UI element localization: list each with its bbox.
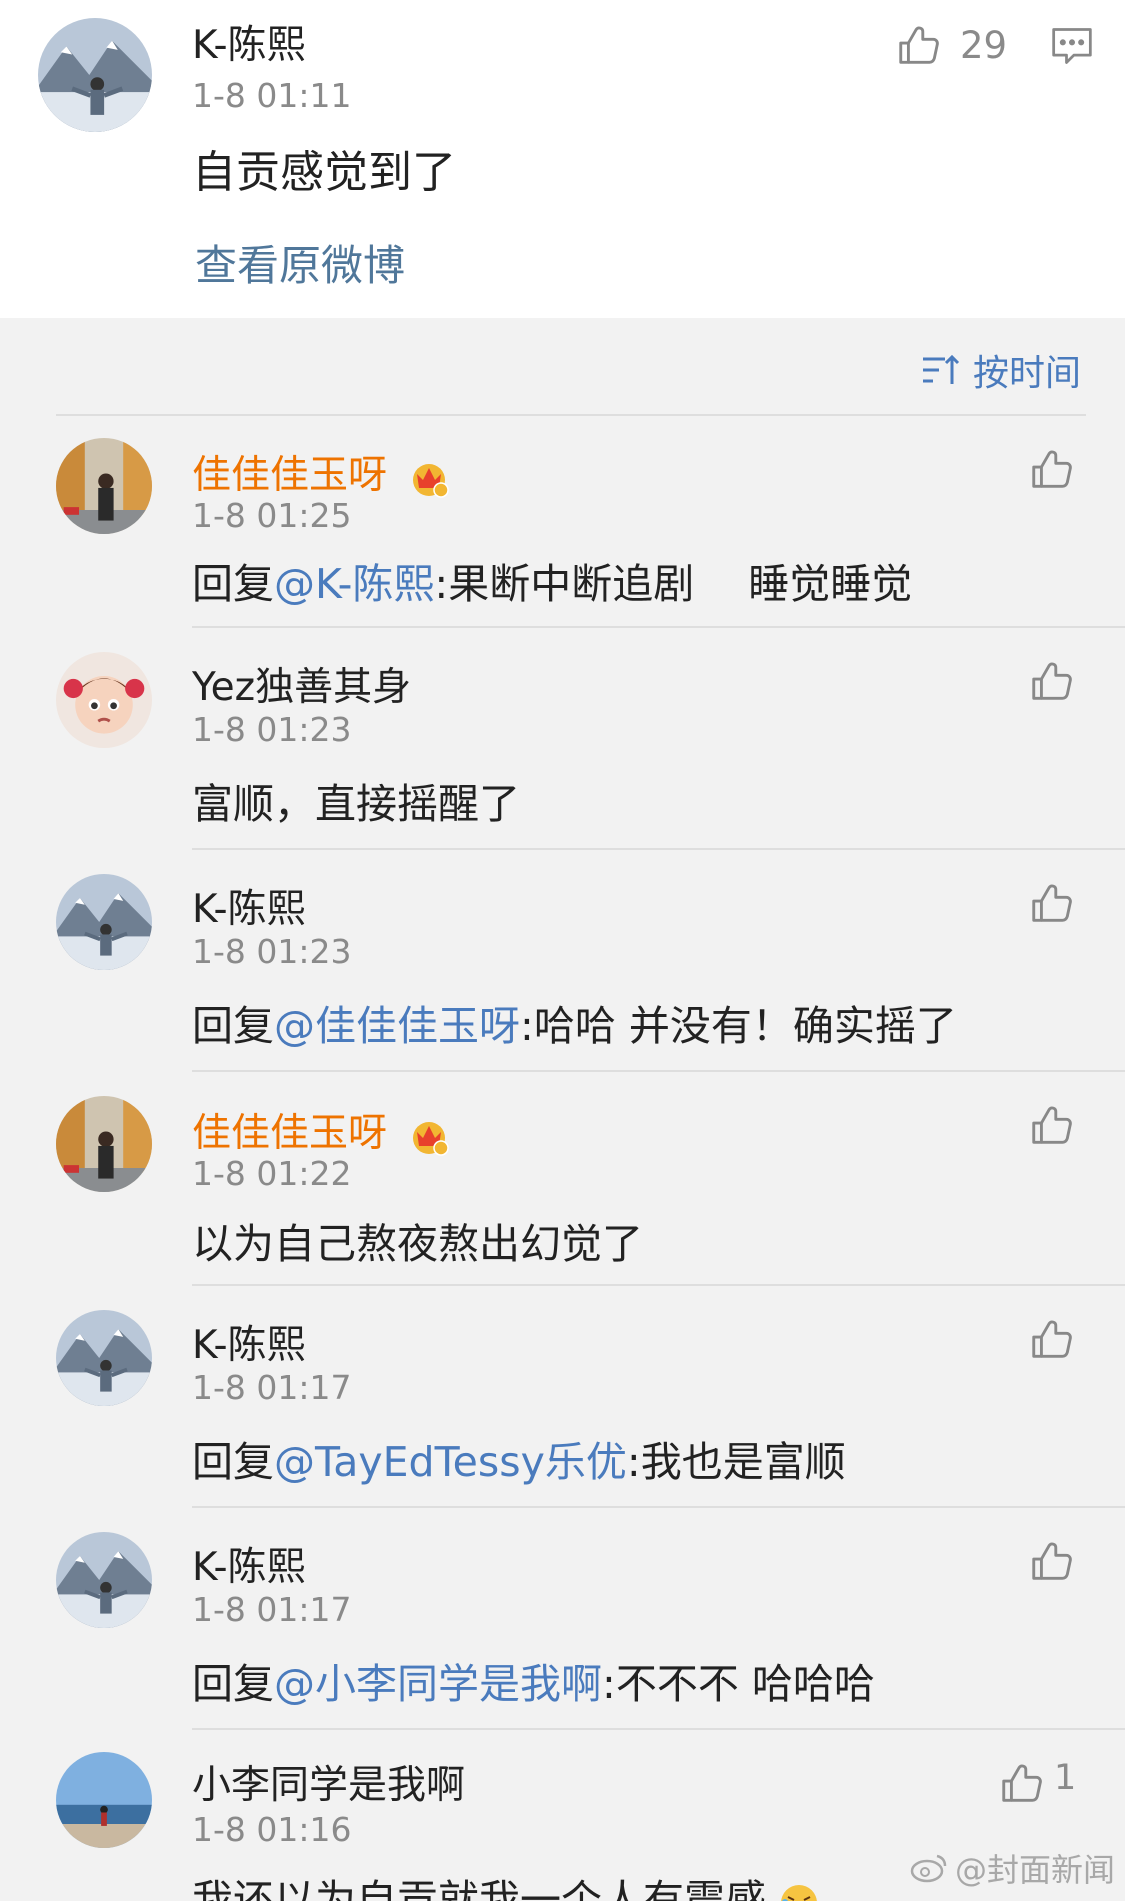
sort-by-time-button[interactable]: 按时间 [921,344,1081,396]
laughing-crying-emoji-icon [781,1885,817,1901]
comment-time: 1-8 01:25 [192,496,352,535]
reply-prefix: 回复 [192,1002,274,1050]
mention-link[interactable]: @K-陈熙 [274,560,434,608]
reply-prefix: 回复 [192,560,274,608]
avatar[interactable] [56,1096,152,1192]
comment-username[interactable]: K-陈熙 [192,1536,306,1592]
comment-text: 回复@K-陈熙:果断中断追剧 睡觉睡觉 [192,550,912,610]
comment-body: 我还以为自贡就我一个人有震感 [192,1876,766,1901]
mention-link[interactable]: @佳佳佳玉呀 [274,1002,520,1050]
post-text: 自贡感觉到了 [192,147,456,198]
watermark: @封面新闻 [909,1845,1115,1891]
comment-username[interactable]: 佳佳佳玉呀 [192,444,450,500]
comment-time: 1-8 01:22 [192,1154,352,1193]
comment-body: :不不不 哈哈哈 [602,1660,875,1708]
comment-text: 我还以为自贡就我一个人有震感 [192,1866,819,1901]
sort-row: 按时间 [0,318,1125,416]
like-count: 1 [1054,1758,1077,1798]
comment-body: 富顺，直接摇醒了 [192,780,520,828]
watermark-text: @封面新闻 [954,1851,1115,1889]
comment-body: :我也是富顺 [626,1438,846,1486]
comment-time: 1-8 01:23 [192,932,352,971]
comment-item: 佳佳佳玉呀 1-8 01:22 以为自己熬夜熬出幻觉了 [0,1072,1125,1284]
comment-username[interactable]: K-陈熙 [192,878,306,934]
like-icon[interactable] [895,22,941,68]
original-post: K-陈熙 1-8 01:11 29 自贡感觉到了 查看原微博 [0,0,1125,318]
like-icon[interactable] [1028,658,1074,704]
weibo-logo-icon [910,1854,947,1883]
avatar[interactable] [56,652,152,748]
comment-username[interactable]: Yez独善其身 [192,656,411,712]
like-icon[interactable] [1028,1316,1074,1362]
comment-item: K-陈熙 1-8 01:23 回复@佳佳佳玉呀:哈哈 并没有！确实摇了 [0,850,1125,1072]
comment-body: :哈哈 并没有！确实摇了 [520,1002,957,1050]
comment-time: 1-8 01:16 [192,1810,352,1849]
comment-body: 以为自己熬夜熬出幻觉了 [192,1220,643,1268]
comment-username[interactable]: K-陈熙 [192,1314,306,1370]
like-count: 29 [960,24,1008,67]
avatar[interactable] [56,1532,152,1628]
like-icon[interactable] [998,1760,1044,1806]
comment-username[interactable]: 小李同学是我啊 [192,1754,465,1810]
comment-item: 佳佳佳玉呀 1-8 01:25 回复@K-陈熙:果断中断追剧 睡觉睡觉 [0,416,1125,628]
reply-prefix: 回复 [192,1438,274,1486]
vip-crown-icon [413,1121,450,1156]
reply-prefix: 回复 [192,1660,274,1708]
sort-label: 按时间 [972,353,1081,394]
comment-icon[interactable] [1050,24,1094,68]
avatar[interactable] [56,874,152,970]
comment-item: K-陈熙 1-8 01:17 回复@小李同学是我啊:不不不 哈哈哈 [0,1508,1125,1730]
sort-icon [922,354,960,384]
comment-item: K-陈熙 1-8 01:17 回复@TayEdTessy乐优:我也是富顺 [0,1286,1125,1508]
post-time: 1-8 01:11 [192,76,352,115]
comment-text: 回复@TayEdTessy乐优:我也是富顺 [192,1428,846,1488]
avatar[interactable] [56,438,152,534]
like-icon[interactable] [1028,1538,1074,1584]
avatar[interactable] [56,1310,152,1406]
comment-time: 1-8 01:17 [192,1590,352,1629]
comment-text: 回复@佳佳佳玉呀:哈哈 并没有！确实摇了 [192,992,957,1052]
comment-time: 1-8 01:23 [192,710,352,749]
view-original-link[interactable]: 查看原微博 [195,232,405,293]
comment-text: 回复@小李同学是我啊:不不不 哈哈哈 [192,1650,875,1710]
comment-text: 富顺，直接摇醒了 [192,770,520,830]
comment-username-text[interactable]: 佳佳佳玉呀 [192,1111,387,1156]
comment-username[interactable]: 佳佳佳玉呀 [192,1102,450,1158]
comment-text: 以为自己熬夜熬出幻觉了 [192,1210,643,1270]
mention-link[interactable]: @TayEdTessy乐优 [274,1438,627,1486]
like-icon[interactable] [1028,446,1074,492]
mention-link[interactable]: @小李同学是我啊 [274,1660,602,1708]
vip-crown-icon [413,463,450,498]
like-icon[interactable] [1028,1102,1074,1148]
comment-body: :果断中断追剧 睡觉睡觉 [434,560,913,608]
avatar[interactable] [38,18,152,132]
comment-username-text[interactable]: 佳佳佳玉呀 [192,453,387,498]
comment-time: 1-8 01:17 [192,1368,352,1407]
like-icon[interactable] [1028,880,1074,926]
comment-item: Yez独善其身 1-8 01:23 富顺，直接摇醒了 [0,628,1125,850]
post-username[interactable]: K-陈熙 [192,14,306,70]
avatar[interactable] [56,1752,152,1848]
